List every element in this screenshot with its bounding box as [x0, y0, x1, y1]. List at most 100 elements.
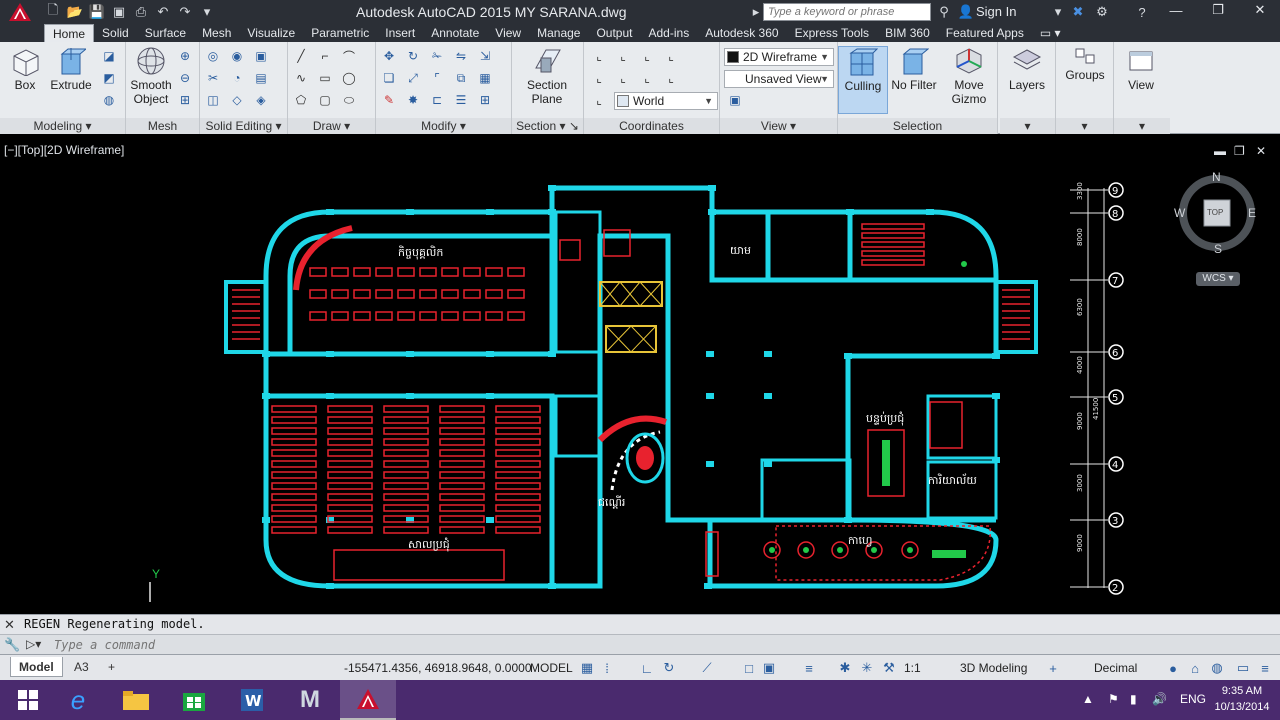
wcs-menu[interactable]: WCS ▾	[1196, 272, 1240, 286]
viewcube-top-face[interactable]: TOP	[1207, 208, 1223, 217]
command-prompt-icon[interactable]: ▷▾	[26, 637, 41, 651]
fillet-edge-icon[interactable]: ◔	[228, 70, 246, 86]
smooth-object-button[interactable]: Smooth Object	[126, 46, 176, 106]
named-view-dropdown[interactable]: Unsaved View ▼	[724, 70, 834, 88]
polysolid-icon[interactable]: ◪	[100, 48, 118, 64]
polygon-icon[interactable]: ⬠	[292, 92, 310, 108]
box-button[interactable]: Box	[0, 46, 50, 92]
lineweight-icon[interactable]: ≡	[800, 659, 818, 677]
visual-style-dropdown[interactable]: 2D Wireframe ▼	[724, 48, 834, 66]
tab-featured-apps[interactable]: Featured Apps	[938, 24, 1032, 42]
taskbar-internet-explorer[interactable]: e	[50, 680, 106, 720]
new-file-icon[interactable]: 🗋	[44, 2, 62, 21]
arc-icon[interactable]: ⌒	[340, 48, 358, 64]
help-icon[interactable]: ?	[1132, 3, 1152, 21]
auto-scale-icon[interactable]: ✳	[858, 659, 876, 677]
units-dropdown[interactable]: Decimal	[1094, 661, 1137, 675]
extract-edges-icon[interactable]: ◇	[228, 92, 246, 108]
ucs-named-icon[interactable]: ⌞	[590, 92, 608, 108]
ortho-icon[interactable]: ∟	[638, 659, 656, 677]
ucs-z-icon[interactable]: ⌞	[638, 48, 656, 64]
groups-button[interactable]: Groups	[1060, 46, 1110, 82]
presspull-icon[interactable]: ◩	[100, 70, 118, 86]
drawing-viewport[interactable]: [−][Top][2D Wireframe] ▬ ❐ ✕ 9 8 7 6 5 4…	[0, 140, 1280, 604]
qat-dropdown-icon[interactable]: ▾	[198, 3, 216, 21]
stretch-icon[interactable]: ⇲	[476, 48, 494, 64]
separate-icon[interactable]: ◫	[204, 92, 222, 108]
ucs-world-dropdown[interactable]: World ▼	[614, 92, 718, 110]
rectangle-icon[interactable]: ▭	[316, 70, 334, 86]
lock-ui-icon[interactable]: ⌂	[1186, 659, 1204, 677]
clean-screen-icon[interactable]: ▭	[1234, 659, 1252, 677]
tab-insert[interactable]: Insert	[377, 24, 423, 42]
line-icon[interactable]: ╱	[292, 48, 310, 64]
viewcube[interactable]: N S E W TOP	[1174, 170, 1258, 256]
compass-north[interactable]: N	[1212, 170, 1221, 184]
object-snap-icon[interactable]: □	[740, 659, 758, 677]
smooth-more-icon[interactable]: ⊕	[176, 48, 194, 64]
tab-autodesk-360[interactable]: Autodesk 360	[697, 24, 786, 42]
rotate-icon[interactable]: ↻	[404, 48, 422, 64]
taskbar-file-explorer[interactable]	[108, 680, 164, 720]
language-indicator[interactable]: ENG	[1180, 692, 1206, 706]
tab-view[interactable]: View	[487, 24, 529, 42]
circle-icon[interactable]: ◯	[340, 70, 358, 86]
region-icon[interactable]: ▢	[316, 92, 334, 108]
compass-west[interactable]: W	[1174, 206, 1185, 220]
polar-tracking-icon[interactable]: ↻	[660, 659, 678, 677]
ucs-view-icon[interactable]: ⌞	[590, 70, 608, 86]
annotation-visibility-icon[interactable]: ✱	[836, 659, 854, 677]
fillet-icon[interactable]: ⌜	[428, 70, 446, 86]
no-filter-button[interactable]: No Filter	[888, 46, 940, 92]
system-clock[interactable]: 9:35 AM 10/13/2014	[1212, 683, 1272, 715]
polyline-icon[interactable]: ⌐	[316, 48, 334, 64]
isolate-objects-icon[interactable]: ◍	[1208, 659, 1226, 677]
minimize-button[interactable]: —	[1156, 0, 1196, 20]
quick-properties-icon[interactable]: ●	[1164, 659, 1182, 677]
close-command-line-icon[interactable]: ✕	[4, 617, 15, 633]
revolve-icon[interactable]: ◍	[100, 92, 118, 108]
undo-icon[interactable]: ↶	[154, 3, 172, 21]
user-icon[interactable]: 👤	[956, 3, 976, 21]
tab-mesh[interactable]: Mesh	[194, 24, 239, 42]
save-as-icon[interactable]: ▣	[110, 3, 128, 21]
tab-parametric[interactable]: Parametric	[303, 24, 377, 42]
erase-icon[interactable]: ✎	[380, 92, 398, 108]
tray-volume-icon[interactable]: 🔊	[1152, 692, 1167, 706]
sign-in-dropdown-icon[interactable]: ▾	[1052, 3, 1064, 21]
tab-surface[interactable]: Surface	[137, 24, 194, 42]
compass-south[interactable]: S	[1214, 242, 1222, 256]
extrude-button[interactable]: Extrude	[46, 46, 96, 92]
copy-icon[interactable]: ❏	[380, 70, 398, 86]
ucs-object-icon[interactable]: ⌞	[614, 70, 632, 86]
stay-connected-icon[interactable]: ⚙	[1092, 3, 1112, 21]
command-input[interactable]	[54, 637, 1254, 653]
new-layout-button[interactable]: +	[100, 657, 123, 677]
ucs-x-icon[interactable]: ⌞	[638, 70, 656, 86]
maximize-button[interactable]: ❐	[1198, 0, 1238, 20]
mirror-icon[interactable]: ⇋	[452, 48, 470, 64]
offset-edge-icon[interactable]: ◈	[252, 92, 270, 108]
trim-icon[interactable]: ✁	[428, 48, 446, 64]
smooth-less-icon[interactable]: ⊖	[176, 70, 194, 86]
move-icon[interactable]: ✥	[380, 48, 398, 64]
model-space-toggle[interactable]: MODEL	[530, 661, 573, 675]
ucs-icon[interactable]: ⌞	[590, 48, 608, 64]
isodraft-icon[interactable]: ⟋	[698, 659, 716, 677]
3d-array-icon[interactable]: ⊞	[476, 92, 494, 108]
scale-icon[interactable]: ⤢	[404, 70, 422, 86]
annotation-monitor-icon[interactable]: +	[1044, 659, 1062, 677]
slice-icon[interactable]: ✂	[204, 70, 222, 86]
tab-visualize[interactable]: Visualize	[239, 24, 303, 42]
annotation-scale[interactable]: 1:1	[904, 661, 921, 675]
application-menu-button[interactable]	[0, 0, 40, 24]
taskbar-3ds-max[interactable]: M	[282, 680, 338, 720]
subtract-icon[interactable]: ◉	[228, 48, 246, 64]
tab-home[interactable]: Home	[44, 24, 95, 42]
annotation-scale-icon[interactable]: ⚒	[880, 659, 898, 677]
ucs-origin-icon[interactable]: ⌞	[614, 48, 632, 64]
search-input[interactable]	[763, 3, 931, 21]
union-icon[interactable]: ◎	[204, 48, 222, 64]
tray-network-icon[interactable]: ▮	[1130, 692, 1137, 706]
array-icon[interactable]: ▦	[476, 70, 494, 86]
